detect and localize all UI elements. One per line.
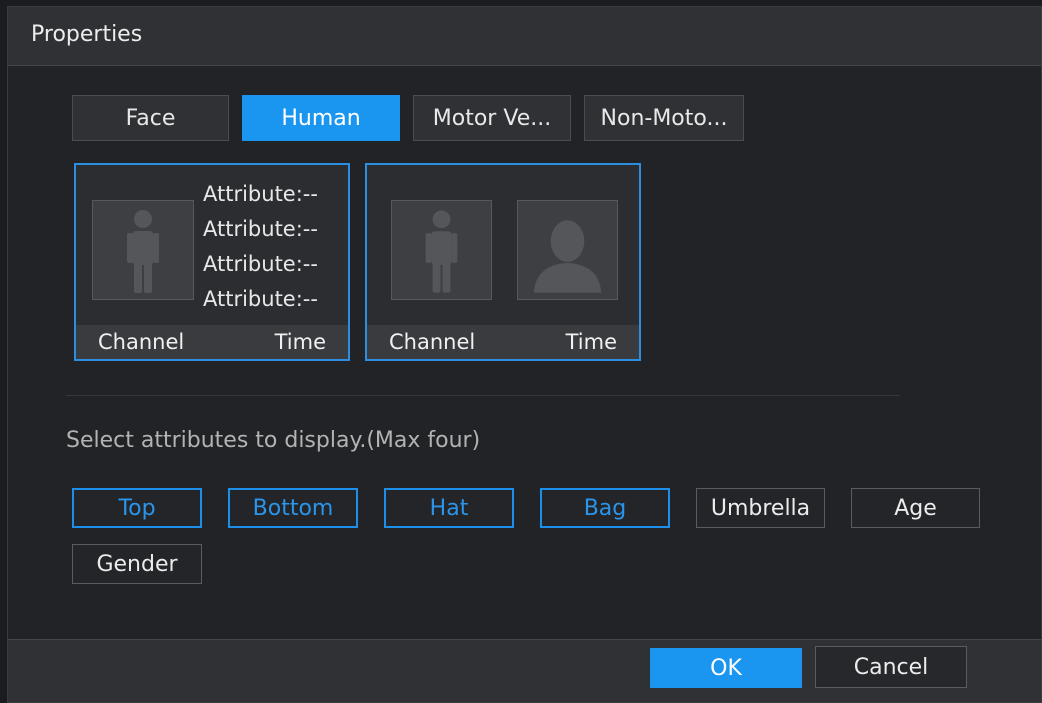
person-thumbnail — [391, 200, 492, 300]
preview-card-images[interactable]: Channel Time — [365, 163, 641, 361]
person-silhouette-icon — [127, 210, 159, 293]
attribute-bag-button[interactable]: Bag — [540, 488, 670, 528]
attribute-hat-button[interactable]: Hat — [384, 488, 514, 528]
card-footer: Channel Time — [367, 325, 639, 359]
person-silhouette-icon — [425, 210, 458, 293]
face-thumbnail — [517, 200, 618, 300]
attribute-line: Attribute:-- — [203, 287, 318, 311]
attribute-umbrella-button[interactable]: Umbrella — [696, 488, 825, 528]
card-footer: Channel Time — [76, 325, 348, 359]
attribute-hint: Select attributes to display.(Max four) — [66, 428, 481, 453]
tab-non-motor-vehicle[interactable]: Non-Moto... — [584, 95, 744, 141]
time-label: Time — [274, 330, 326, 354]
tab-face[interactable]: Face — [72, 95, 229, 141]
dialog-title: Properties — [31, 22, 143, 47]
attribute-age-button[interactable]: Age — [851, 488, 980, 528]
ok-button[interactable]: OK — [650, 648, 802, 688]
attribute-top-button[interactable]: Top — [72, 488, 202, 528]
attribute-line: Attribute:-- — [203, 217, 318, 241]
attribute-line: Attribute:-- — [203, 182, 318, 206]
tab-motor-vehicle[interactable]: Motor Ve... — [413, 95, 571, 141]
time-label: Time — [565, 330, 617, 354]
attribute-bottom-button[interactable]: Bottom — [228, 488, 358, 528]
channel-label: Channel — [389, 330, 476, 354]
face-avatar-icon — [533, 220, 602, 293]
channel-label: Channel — [98, 330, 185, 354]
attribute-gender-button[interactable]: Gender — [72, 544, 202, 584]
attribute-line: Attribute:-- — [203, 252, 318, 276]
section-divider — [66, 395, 900, 396]
cancel-button[interactable]: Cancel — [815, 646, 967, 688]
title-bar: Properties — [8, 7, 1041, 66]
preview-card-attributes[interactable]: Attribute:-- Attribute:-- Attribute:-- A… — [74, 163, 350, 361]
attribute-list: Attribute:-- Attribute:-- Attribute:-- A… — [203, 177, 318, 317]
person-thumbnail — [92, 200, 194, 300]
tab-human[interactable]: Human — [242, 95, 400, 141]
